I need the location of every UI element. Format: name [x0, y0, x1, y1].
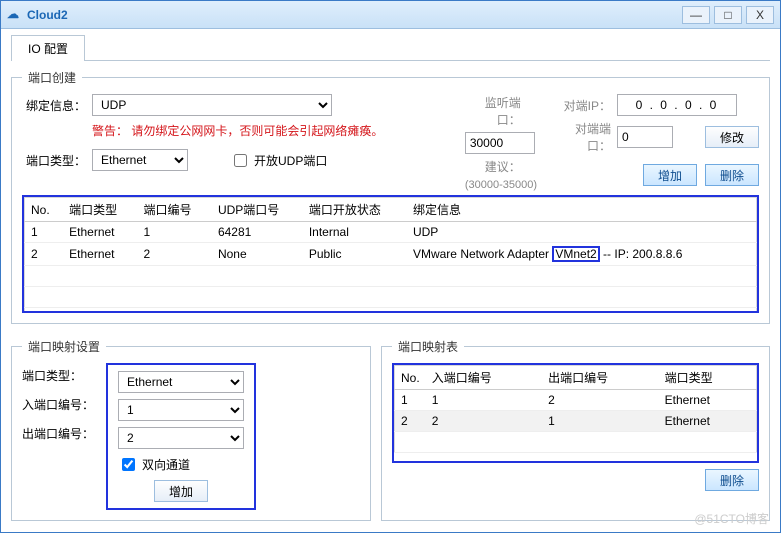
suggest-label: 建议：	[465, 158, 521, 175]
mapset-in-label: 入端口编号：	[22, 396, 94, 413]
port-create-legend: 端口创建	[22, 69, 82, 86]
app-logo-icon: ☁	[7, 7, 23, 23]
port-table-wrapper: No. 端口类型 端口编号 UDP端口号 端口开放状态 绑定信息 1 Ether…	[22, 195, 759, 313]
mapset-controls-box: Ethernet 1 2 双向通道 增加	[106, 363, 256, 510]
port-table-row[interactable]: 2 Ethernet 2 None Public VMware Network …	[25, 243, 757, 266]
mapset-out-label: 出端口编号：	[22, 425, 94, 442]
window-title: Cloud2	[27, 8, 682, 22]
peer-ip-label: 对端IP：	[555, 97, 611, 114]
mapset-type-select[interactable]: Ethernet	[118, 371, 244, 393]
open-udp-checkbox-input[interactable]	[234, 154, 247, 167]
peer-port-input[interactable]	[617, 126, 673, 148]
maptbl-legend: 端口映射表	[392, 338, 464, 355]
mapset-out-select[interactable]: 2	[118, 427, 244, 449]
add-port-button[interactable]: 增加	[643, 164, 697, 186]
bind-warning-text: 警告： 请勿绑定公网网卡，否则可能会引起网络瘫痪。	[92, 122, 447, 139]
mapping-table-row[interactable]: 2 2 1 Ethernet	[395, 411, 757, 432]
maximize-button[interactable]: □	[714, 6, 742, 24]
tab-io-config[interactable]: IO 配置	[11, 35, 85, 61]
minimize-button[interactable]: —	[682, 6, 710, 24]
bind-info-select[interactable]: UDP	[92, 94, 332, 116]
mapping-table[interactable]: No. 入端口编号 出端口编号 端口类型 1 1 2 Ethernet	[394, 365, 757, 453]
mapset-in-select[interactable]: 1	[118, 399, 244, 421]
listen-port-label: 监听端口：	[465, 94, 521, 128]
port-type-select[interactable]: Ethernet	[92, 149, 188, 171]
mapset-legend: 端口映射设置	[22, 338, 106, 355]
listen-port-input[interactable]	[465, 132, 535, 154]
bind-cell-complex: VMware Network Adapter VMnet2 -- IP: 200…	[407, 243, 757, 266]
app-window: ☁ Cloud2 — □ X IO 配置 端口创建 绑定信息： UDP	[0, 0, 781, 533]
port-table-header: No. 端口类型 端口编号 UDP端口号 端口开放状态 绑定信息	[25, 198, 757, 222]
close-button[interactable]: X	[746, 6, 774, 24]
vmnet-highlight: VMnet2	[552, 246, 599, 262]
port-create-group: 端口创建 绑定信息： UDP 警告： 请勿绑定公网网卡，否则可能会引起网络瘫痪。…	[11, 69, 770, 324]
tab-strip: IO 配置	[11, 35, 770, 61]
bidir-checkbox[interactable]: 双向通道	[118, 455, 244, 474]
bidir-checkbox-input[interactable]	[122, 458, 135, 471]
bind-info-label: 绑定信息：	[22, 97, 86, 114]
mapset-type-label: 端口类型：	[22, 367, 94, 384]
port-mapping-settings-group: 端口映射设置 端口类型： 入端口编号： 出端口编号： Ethernet 1 2 …	[11, 338, 371, 521]
port-table-row[interactable]: 1 Ethernet 1 64281 Internal UDP	[25, 222, 757, 243]
mapset-add-button[interactable]: 增加	[154, 480, 208, 502]
delete-port-button[interactable]: 删除	[705, 164, 759, 186]
port-mapping-table-group: 端口映射表 No. 入端口编号 出端口编号 端口类型 1 1 2	[381, 338, 770, 521]
port-type-label: 端口类型：	[22, 152, 86, 169]
watermark: @51CTO博客	[694, 510, 769, 527]
peer-port-label: 对端端口：	[555, 120, 611, 154]
mapping-table-header: No. 入端口编号 出端口编号 端口类型	[395, 366, 757, 390]
open-udp-checkbox[interactable]: 开放UDP端口	[230, 151, 327, 170]
mapping-table-row[interactable]: 1 1 2 Ethernet	[395, 390, 757, 411]
modify-button[interactable]: 修改	[705, 126, 759, 148]
peer-ip-input[interactable]	[617, 94, 737, 116]
mapping-delete-button[interactable]: 删除	[705, 469, 759, 491]
titlebar: ☁ Cloud2 — □ X	[1, 1, 780, 29]
port-table[interactable]: No. 端口类型 端口编号 UDP端口号 端口开放状态 绑定信息 1 Ether…	[24, 197, 757, 313]
suggest-range: (30000-35000)	[465, 179, 537, 191]
